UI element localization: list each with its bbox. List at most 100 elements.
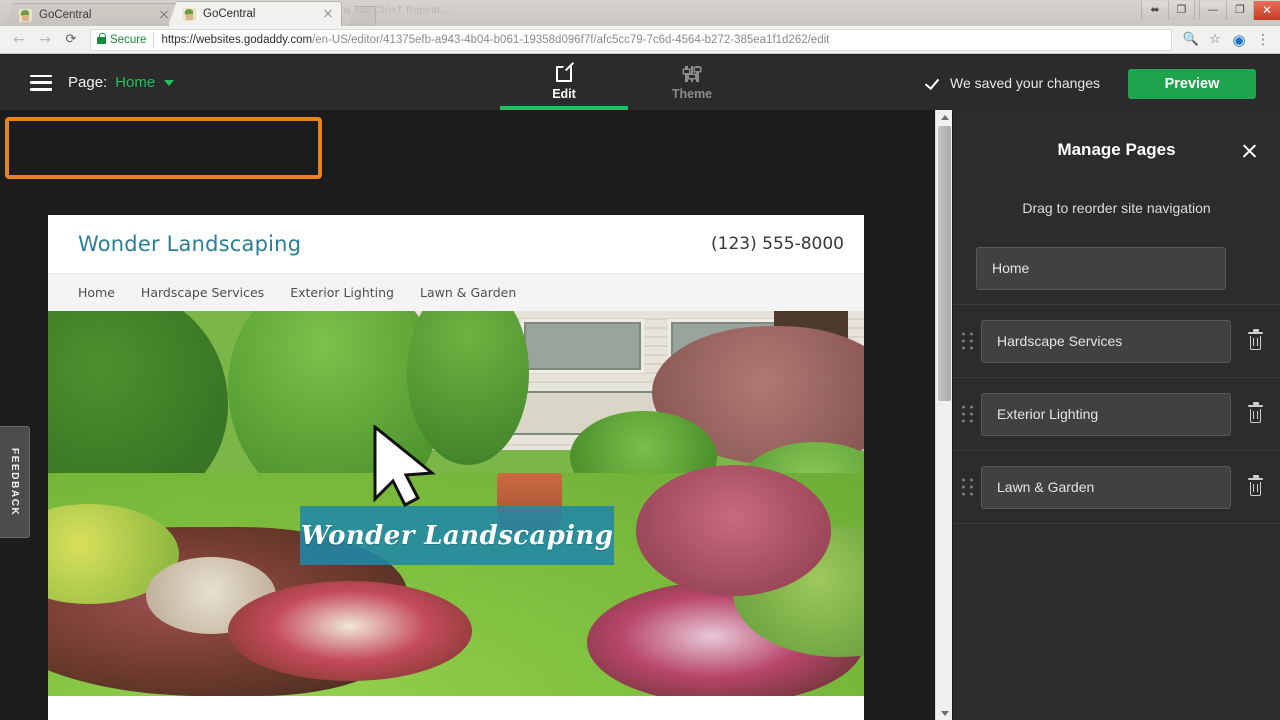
page-label: Lawn & Garden (997, 479, 1095, 495)
tab-theme-label: Theme (671, 87, 713, 101)
feedback-tab[interactable]: FEEDBACK (0, 426, 30, 538)
manage-pages-panel: Manage Pages Drag to reorder site naviga… (953, 110, 1280, 720)
caret-down-icon[interactable] (164, 79, 175, 86)
scroll-down-icon[interactable] (936, 706, 953, 720)
hero-image[interactable]: Wonder Landscaping (48, 311, 864, 696)
back-icon[interactable]: ← (6, 27, 32, 53)
browser-window: GoCentral GoCentral New Tab Ctrl+T Repea… (0, 0, 1280, 720)
panel-title: Manage Pages (1057, 140, 1176, 159)
hero-banner-text: Wonder Landscaping (300, 520, 614, 551)
site-nav-item-home[interactable]: Home (78, 285, 115, 300)
gocentral-editor: Page: Home Edit Theme We saved your chan… (0, 55, 1280, 720)
site-nav-item-lighting[interactable]: Exterior Lighting (290, 285, 394, 300)
maximize-icon: ❐ (1235, 2, 1245, 16)
url-text: https://websites.godaddy.com/en-US/edito… (161, 34, 829, 46)
site-nav-item-hardscape[interactable]: Hardscape Services (141, 285, 264, 300)
site-header: Wonder Landscaping (123) 555-8000 (48, 215, 864, 273)
trash-icon[interactable] (1248, 402, 1263, 423)
drag-handle-icon[interactable] (962, 405, 973, 423)
secure-label: Secure (110, 33, 147, 46)
pencil-square-icon (556, 64, 572, 84)
forward-icon[interactable]: → (32, 27, 58, 53)
tab-strip: GoCentral GoCentral New Tab Ctrl+T Repea… (0, 0, 1280, 26)
page-label: Hardscape Services (997, 333, 1123, 349)
popout-window-button[interactable]: ❐ (1168, 0, 1195, 20)
page-label: Exterior Lighting (997, 406, 1099, 422)
tab-edit[interactable]: Edit (500, 55, 628, 110)
save-status-label: We saved your changes (950, 74, 1100, 91)
tab-edit-label: Edit (552, 87, 576, 101)
close-icon[interactable] (1241, 142, 1258, 159)
address-bar[interactable]: Secure https://websites.godaddy.com/en-U… (90, 28, 1172, 51)
url-host: https://websites.godaddy.com (161, 33, 313, 46)
minimize-icon: — (1207, 2, 1219, 16)
save-status: We saved your changes (927, 55, 1100, 110)
page-name-field[interactable]: Exterior Lighting (981, 392, 1231, 436)
star-icon[interactable]: ☆ (1204, 29, 1226, 51)
tab-theme[interactable]: Theme (628, 55, 756, 110)
favicon-icon (183, 7, 196, 21)
page-list: Home Hardscape Services Exterior Lightin… (953, 232, 1280, 524)
tab-title: GoCentral (39, 9, 92, 21)
list-item[interactable]: Home (953, 232, 1280, 305)
url-path: /en-US/editor/41375efb-a943-4b04-b061-19… (312, 33, 830, 46)
trash-icon[interactable] (1248, 475, 1263, 496)
sliders-icon (684, 64, 700, 84)
minimize-window-button[interactable]: — (1199, 0, 1226, 20)
drag-handle-icon[interactable] (962, 478, 973, 496)
popout-icon: ❐ (1176, 2, 1187, 16)
scroll-up-icon[interactable] (936, 110, 953, 124)
site-preview: Wonder Landscaping (123) 555-8000 Home H… (48, 215, 864, 720)
flower-bed (227, 580, 473, 681)
site-navigation: Home Hardscape Services Exterior Lightin… (48, 273, 864, 311)
flower-bed (635, 465, 832, 596)
hero-banner[interactable]: Wonder Landscaping (300, 506, 614, 565)
list-item[interactable]: Lawn & Garden (953, 451, 1280, 524)
maximize-window-button[interactable]: ❐ (1226, 0, 1253, 20)
close-icon[interactable] (157, 8, 171, 22)
panel-subtitle: Drag to reorder site navigation (1022, 200, 1211, 216)
drag-handle-icon[interactable] (962, 332, 973, 350)
about-section[interactable]: About Us (48, 696, 864, 720)
current-page-name: Home (115, 74, 156, 91)
page-name-field[interactable]: Home (976, 246, 1226, 290)
restore-window-button[interactable]: ⬌ (1141, 0, 1168, 20)
scrollbar-thumb[interactable] (938, 126, 951, 401)
editor-tabs: Edit Theme (500, 55, 756, 110)
page-name-field[interactable]: Lawn & Garden (981, 465, 1231, 509)
site-title[interactable]: Wonder Landscaping (78, 232, 301, 256)
trash-icon[interactable] (1248, 329, 1263, 350)
close-icon[interactable] (321, 7, 335, 21)
page-label: Page: (68, 74, 108, 91)
hamburger-menu-icon[interactable] (30, 74, 52, 91)
tab-title: GoCentral (203, 8, 256, 20)
canvas-scrollbar[interactable] (935, 110, 952, 720)
close-window-button[interactable]: ✕ (1253, 0, 1280, 20)
zoom-icon[interactable]: 🔍 (1180, 29, 1202, 51)
page-picker[interactable]: Page: Home (52, 74, 175, 91)
site-phone[interactable]: (123) 555-8000 (711, 234, 844, 254)
site-nav-item-lawn[interactable]: Lawn & Garden (420, 285, 516, 300)
feedback-label: FEEDBACK (9, 447, 20, 517)
window-controls: ⬌ ❐ — ❐ ✕ (1141, 0, 1280, 20)
panel-header: Manage Pages (953, 110, 1280, 190)
reload-icon[interactable]: ⟳ (58, 27, 84, 53)
page-name-field[interactable]: Hardscape Services (981, 319, 1231, 363)
editor-header: Page: Home Edit Theme We saved your chan… (0, 55, 1280, 110)
menu-icon[interactable]: ⋮ (1252, 29, 1274, 51)
list-item[interactable]: Exterior Lighting (953, 378, 1280, 451)
page-label: Home (992, 260, 1030, 276)
site-canvas: Wonder Landscaping (123) 555-8000 Home H… (0, 110, 935, 720)
close-icon: ✕ (1261, 2, 1273, 17)
profile-icon[interactable]: ◉ (1228, 29, 1250, 51)
lock-icon (97, 33, 106, 44)
list-item[interactable]: Hardscape Services (953, 305, 1280, 378)
house-window (521, 318, 644, 373)
restore-icon: ⬌ (1150, 2, 1160, 16)
browser-tab-2[interactable]: GoCentral (168, 1, 342, 26)
browser-toolbar: ← → ⟳ Secure https://websites.godaddy.co… (0, 26, 1280, 54)
browser-tab-1[interactable]: GoCentral (4, 3, 178, 26)
favicon-icon (19, 8, 32, 22)
preview-button[interactable]: Preview (1128, 69, 1256, 99)
tabstrip-ghost-text: New Tab Ctrl+T Repeat... (330, 5, 450, 16)
